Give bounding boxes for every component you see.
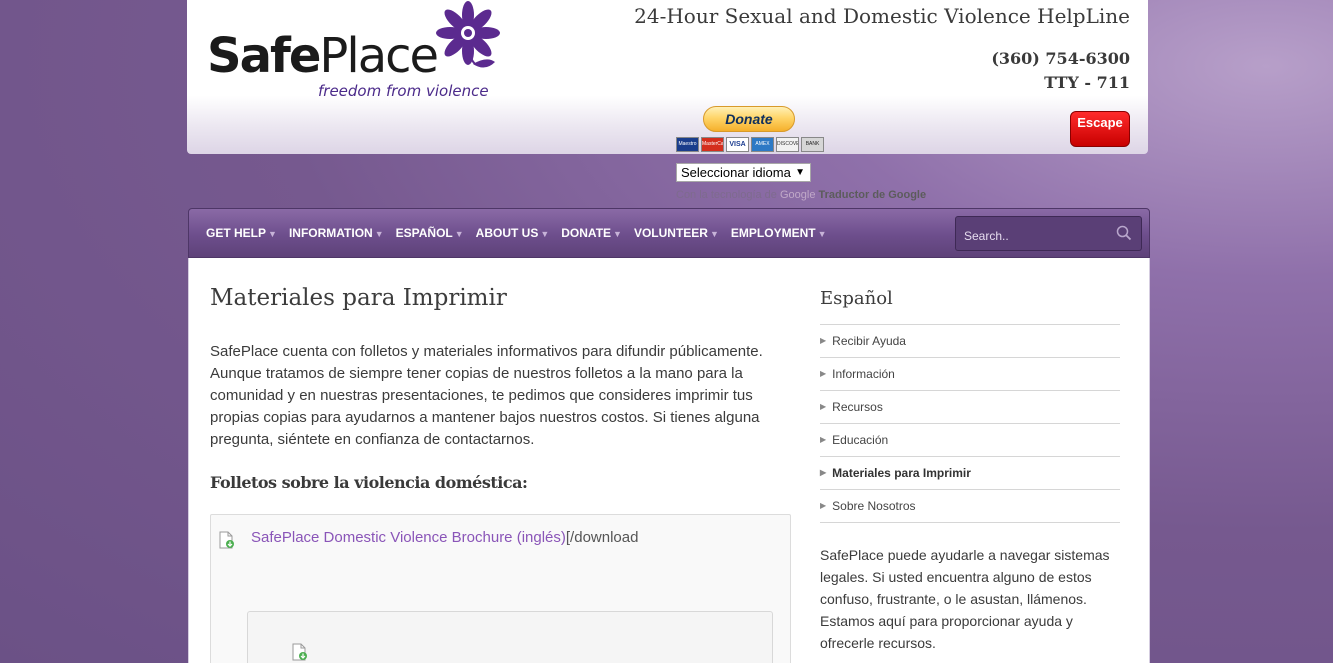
download-file-icon bbox=[292, 643, 308, 663]
mastercard-card-icon: MasterCard bbox=[701, 137, 724, 152]
sidebar-item-sobre-nosotros[interactable]: ▶ Sobre Nosotros bbox=[820, 490, 1120, 523]
chevron-down-icon: ▼ bbox=[374, 229, 384, 239]
google-translate: Seleccionar idioma ▼ Con la tecnología d… bbox=[676, 163, 926, 201]
nested-download-box bbox=[247, 611, 773, 663]
sidebar-item-recibir-ayuda[interactable]: ▶ Recibir Ayuda bbox=[820, 325, 1120, 358]
sidebar-item-educacion[interactable]: ▶ Educación bbox=[820, 424, 1120, 457]
nav-item-get-help[interactable]: GET HELP ▼ bbox=[206, 226, 277, 240]
triangle-right-icon: ▶ bbox=[820, 500, 827, 510]
donate-button[interactable]: Donate bbox=[703, 106, 795, 132]
sidebar-title: Español bbox=[820, 288, 893, 309]
tty-number: TTY - 711 bbox=[1044, 73, 1130, 92]
search-input[interactable] bbox=[964, 228, 1114, 244]
triangle-right-icon: ▶ bbox=[820, 401, 827, 411]
chevron-down-icon: ▼ bbox=[454, 229, 464, 239]
main-navigation: GET HELP ▼ INFORMATION ▼ ESPAÑOL ▼ ABOUT US… bbox=[188, 208, 1150, 258]
triangle-right-icon: ▶ bbox=[820, 335, 827, 345]
powered-by-text: Con la tecnología de bbox=[676, 189, 777, 201]
search-box bbox=[955, 216, 1142, 251]
sidebar-menu: ▶ Recibir Ayuda ▶ Información ▶ Recursos ▶ E… bbox=[820, 324, 1120, 523]
escape-label: Escape bbox=[1077, 115, 1123, 130]
nav-item-espanol[interactable]: ESPAÑOL ▼ bbox=[396, 226, 464, 240]
search-icon[interactable] bbox=[1116, 225, 1132, 245]
helpline-phone: (360) 754-6300 TTY - 711 bbox=[991, 47, 1130, 95]
language-select-value: Seleccionar idioma bbox=[681, 165, 791, 180]
triangle-right-icon: ▶ bbox=[820, 368, 827, 378]
logo-tagline: freedom from violence bbox=[318, 82, 489, 100]
intro-paragraph: SafePlace cuenta con folletos y material… bbox=[210, 343, 763, 448]
sidebar: Español ▶ Recibir Ayuda ▶ Información ▶ Rec… bbox=[820, 288, 1120, 654]
main-column: Materiales para Imprimir SafePlace cuent… bbox=[210, 285, 791, 663]
nav-item-volunteer[interactable]: VOLUNTEER ▼ bbox=[634, 226, 719, 240]
download-shortcode-text: [/download bbox=[565, 529, 639, 546]
chevron-down-icon: ▼ bbox=[709, 229, 719, 239]
logo-wordmark: SafePlace bbox=[207, 28, 439, 84]
sidebar-item-informacion[interactable]: ▶ Información bbox=[820, 358, 1120, 391]
download-file-icon bbox=[219, 531, 235, 553]
chevron-down-icon: ▼ bbox=[817, 229, 827, 239]
download-box: SafePlace Domestic Violence Brochure (in… bbox=[210, 514, 791, 663]
flower-icon bbox=[435, 0, 501, 86]
brochure-download-link[interactable]: SafePlace Domestic Violence Brochure (in… bbox=[251, 529, 566, 546]
amex-card-icon: AMEX bbox=[751, 137, 774, 152]
visa-card-icon: VISA bbox=[726, 137, 749, 152]
chevron-down-icon: ▼ bbox=[540, 229, 550, 239]
payment-cards: Maestro MasterCard VISA AMEX DISCOVER BA… bbox=[676, 137, 824, 152]
phone-number: (360) 754-6300 bbox=[991, 49, 1130, 68]
discover-card-icon: DISCOVER bbox=[776, 137, 799, 152]
nav-item-employment[interactable]: EMPLOYMENT ▼ bbox=[731, 226, 827, 240]
site-header: SafePlace freedom from violence 24-Hour … bbox=[187, 0, 1148, 154]
chevron-down-icon: ▼ bbox=[613, 229, 622, 239]
maestro-card-icon: Maestro bbox=[676, 137, 699, 152]
sidebar-item-recursos[interactable]: ▶ Recursos bbox=[820, 391, 1120, 424]
triangle-right-icon: ▶ bbox=[820, 434, 827, 444]
bank-card-icon: BANK bbox=[801, 137, 824, 152]
sidebar-text: SafePlace puede ayudarle a navegar siste… bbox=[820, 547, 1110, 651]
nav-item-information[interactable]: INFORMATION ▼ bbox=[289, 226, 384, 240]
sidebar-item-materiales[interactable]: ▶ Materiales para Imprimir bbox=[820, 457, 1120, 490]
dropdown-arrow-icon: ▼ bbox=[795, 167, 805, 178]
language-select[interactable]: Seleccionar idioma ▼ bbox=[676, 163, 811, 182]
google-logo: Google bbox=[779, 189, 816, 201]
translate-service-link[interactable]: Traductor de Google bbox=[819, 189, 927, 201]
escape-button[interactable]: Escape bbox=[1070, 111, 1130, 147]
content-area: Materiales para Imprimir SafePlace cuent… bbox=[188, 258, 1150, 663]
triangle-right-icon: ▶ bbox=[820, 467, 827, 477]
translate-attribution: Con la tecnología de Google Traductor de… bbox=[676, 189, 926, 201]
section-title: Folletos sobre la violencia doméstica: bbox=[210, 473, 528, 492]
helpline-title: 24-Hour Sexual and Domestic Violence Hel… bbox=[634, 4, 1130, 28]
nav-item-about-us[interactable]: ABOUT US ▼ bbox=[476, 226, 550, 240]
nav-item-donate[interactable]: DONATE ▼ bbox=[561, 226, 622, 240]
safeplace-logo[interactable]: SafePlace freedom from violence bbox=[207, 0, 500, 104]
page-title: Materiales para Imprimir bbox=[210, 285, 507, 311]
chevron-down-icon: ▼ bbox=[268, 229, 277, 239]
